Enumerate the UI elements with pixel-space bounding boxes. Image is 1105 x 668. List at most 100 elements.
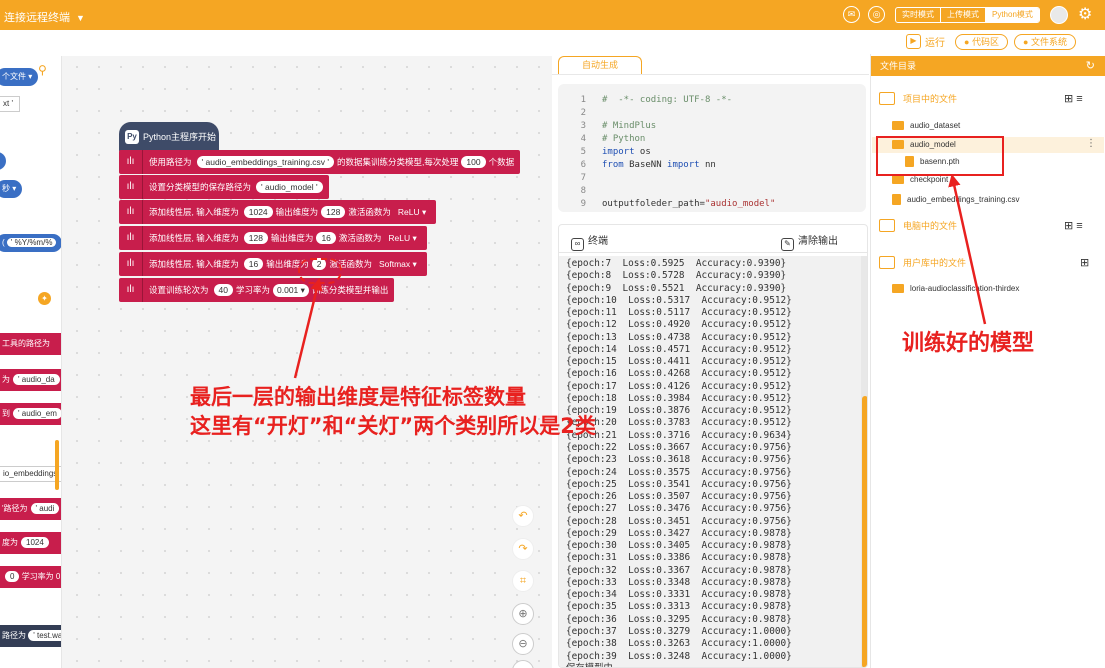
- palette-block-dim[interactable]: 度为 1024: [0, 532, 61, 554]
- python-main-hat-block[interactable]: Py Python主程序开始: [119, 122, 219, 152]
- palette-text: 1024: [21, 537, 49, 548]
- highlight-box: [876, 136, 1004, 176]
- new-file-icon[interactable]: ⊞: [1064, 220, 1073, 232]
- lightbulb-icon[interactable]: ✦: [38, 292, 51, 305]
- palette-block-audio-em[interactable]: 到 ' audio_em: [0, 403, 61, 425]
- run-button[interactable]: ▶ 运行: [906, 33, 945, 50]
- terminal-line: {epoch:26 Loss:0.3507 Accuracy:0.9756}: [566, 491, 792, 503]
- undo-icon[interactable]: ↶: [512, 505, 534, 527]
- file-item-folder[interactable]: audio_dataset: [892, 121, 960, 130]
- code-string: "audio_model": [704, 199, 776, 209]
- terminal-line: {epoch:21 Loss:0.3716 Accuracy:0.9634}: [566, 429, 792, 441]
- palette-text: 工具的路径为: [2, 339, 50, 348]
- code-keyword: import: [667, 160, 700, 170]
- output-dim-input[interactable]: 16: [316, 232, 336, 244]
- terminal-line: {epoch:38 Loss:0.3263 Accuracy:1.0000}: [566, 638, 792, 650]
- activation-dropdown[interactable]: ReLU ▾: [384, 231, 421, 245]
- extension-icon[interactable]: ◎: [868, 6, 885, 23]
- new-file-icon[interactable]: ⊞: [1080, 257, 1089, 269]
- code-editor[interactable]: 1 # -*- coding: UTF-8 -*- 2 3 # MindPlus 4…: [558, 84, 866, 212]
- crop-icon[interactable]: ⌗: [512, 570, 534, 592]
- palette-block-file[interactable]: 个文件 ▾: [0, 68, 39, 86]
- palette-block-test-path[interactable]: 路径为 ' test.wa: [0, 625, 61, 647]
- section-tools: ⊞ ≡: [1064, 92, 1083, 105]
- batch-size-input[interactable]: 100: [461, 156, 486, 168]
- input-dim-input[interactable]: 128: [243, 232, 268, 244]
- code-text: nn: [699, 160, 716, 170]
- file-system-button[interactable]: ● 文件系统: [1014, 34, 1076, 50]
- input-dim-input[interactable]: 16: [243, 258, 264, 270]
- block-train-config[interactable]: ılı 设置训练轮次为 40 学习率为 0.001 ▾ 训练分类模型并输出: [119, 278, 395, 302]
- palette-block-tool-path[interactable]: 工具的路径为: [0, 333, 61, 355]
- terminal-scrollbar-thumb[interactable]: [862, 396, 867, 667]
- redo-icon[interactable]: ↷: [512, 538, 534, 560]
- input-dim-input[interactable]: 1024: [243, 206, 273, 218]
- clear-output-button[interactable]: ✎ 清除输出: [781, 232, 838, 251]
- gear-icon[interactable]: ⚙: [1078, 4, 1092, 24]
- code-area-button[interactable]: ● 代码区: [955, 34, 1008, 50]
- zoom-out-icon[interactable]: ⊖: [512, 633, 534, 655]
- palette-block-path[interactable]: '路径为 ' audi: [0, 498, 61, 520]
- block-text: 设置分类模型的保存路径为: [149, 182, 252, 192]
- palette-block-blue[interactable]: [0, 152, 6, 170]
- section-library-files[interactable]: 用户库中的文件: [879, 256, 966, 269]
- palette-block-time-format[interactable]: ( ' %Y/%m/%: [0, 234, 61, 252]
- terminal-line: {epoch:36 Loss:0.3295 Accuracy:0.9878}: [566, 613, 792, 625]
- section-label: 项目中的文件: [903, 94, 958, 104]
- terminal-line: {epoch:29 Loss:0.3427 Accuracy:0.9878}: [566, 527, 792, 539]
- block-linear-layer-1[interactable]: ılı 添加线性层, 输入维度为 1024 输出维度为 128 激活函数为 Re…: [119, 200, 437, 224]
- section-project-files[interactable]: 项目中的文件: [879, 92, 957, 105]
- new-file-icon[interactable]: ⊞: [1064, 93, 1073, 105]
- palette-scrollbar[interactable]: [55, 440, 59, 490]
- code-line: 6 from BaseNN import nn: [558, 159, 866, 172]
- activation-dropdown[interactable]: Softmax ▾: [374, 257, 421, 271]
- file-item-file[interactable]: audio_embeddings_training.csv: [892, 194, 1020, 205]
- section-computer-files[interactable]: 电脑中的文件: [879, 219, 957, 232]
- block-text: 的数据集训练分类模型,每次处理: [337, 157, 459, 167]
- learning-rate-dropdown[interactable]: 0.001 ▾: [273, 283, 309, 297]
- hat-block-label: Python主程序开始: [143, 132, 217, 142]
- palette-block-ext[interactable]: xt ': [0, 96, 20, 112]
- model-path-input[interactable]: ' audio_model ': [256, 181, 323, 193]
- file-item-folder[interactable]: checkpoint: [892, 175, 948, 184]
- mode-realtime[interactable]: 实时模式: [896, 8, 941, 22]
- audio-wave-icon: ılı: [119, 200, 143, 224]
- file-item-folder[interactable]: loria-audioclassification-thirdex: [892, 284, 1019, 293]
- line-number: 4: [580, 134, 586, 144]
- more-options-icon[interactable]: ⋮: [1086, 138, 1096, 149]
- palette-block-audio-da[interactable]: 为 ' audio_da: [0, 369, 61, 391]
- terminal-output[interactable]: {epoch:7 Loss:0.5925 Accuracy:0.9390} {ep…: [559, 256, 861, 667]
- zoom-in-icon[interactable]: ⊕: [512, 603, 534, 625]
- remote-terminal-label: 连接远程终端: [4, 12, 70, 24]
- dataset-path-input[interactable]: ' audio_embeddings_training.csv ': [196, 156, 335, 168]
- block-linear-layer-3[interactable]: ılı 添加线性层, 输入维度为 16 输出维度为 2 激活函数为 Softma…: [119, 252, 427, 276]
- line-number: 5: [580, 147, 586, 157]
- epochs-input[interactable]: 40: [213, 284, 233, 296]
- menu-icon[interactable]: ≡: [1076, 93, 1082, 105]
- chevron-down-icon: ▼: [76, 13, 85, 23]
- block-workspace[interactable]: [0, 56, 552, 668]
- menu-icon[interactable]: ≡: [1076, 220, 1082, 232]
- code-text: # -*- coding: UTF-8 -*-: [602, 95, 733, 105]
- activation-dropdown[interactable]: ReLU ▾: [393, 205, 431, 219]
- mail-icon[interactable]: ✉: [843, 6, 860, 23]
- folder-icon: [892, 175, 904, 184]
- remote-terminal-menu[interactable]: 连接远程终端 ▼: [4, 9, 85, 25]
- palette-text: ' test.wa: [28, 630, 61, 641]
- refresh-icon[interactable]: ↻: [1086, 56, 1095, 76]
- palette-block-lr[interactable]: 0 学习率为 0: [0, 566, 61, 588]
- block-train-dataset[interactable]: ılı 使用路径为 ' audio_embeddings_training.cs…: [119, 150, 521, 174]
- block-text: 添加线性层, 输入维度为: [149, 233, 239, 243]
- mode-upload[interactable]: 上传模式: [941, 8, 986, 22]
- block-save-path[interactable]: ılı 设置分类模型的保存路径为 ' audio_model ': [119, 175, 329, 199]
- avatar[interactable]: [1050, 6, 1068, 24]
- tab-auto-generated[interactable]: 自动生成: [558, 56, 642, 74]
- mode-python[interactable]: Python模式: [986, 8, 1039, 22]
- block-linear-layer-2[interactable]: ılı 添加线性层, 输入维度为 128 输出维度为 16 激活函数为 ReLU…: [119, 226, 427, 250]
- palette-block-seconds[interactable]: 秒 ▾: [0, 180, 23, 198]
- pin-icon[interactable]: ⚲: [38, 63, 47, 77]
- output-dim-input[interactable]: 128: [321, 206, 346, 218]
- palette-block-embeddings[interactable]: io_embeddings: [0, 466, 61, 482]
- terminal-line: {epoch:19 Loss:0.3876 Accuracy:0.9512}: [566, 405, 792, 417]
- folder-icon: [892, 121, 904, 130]
